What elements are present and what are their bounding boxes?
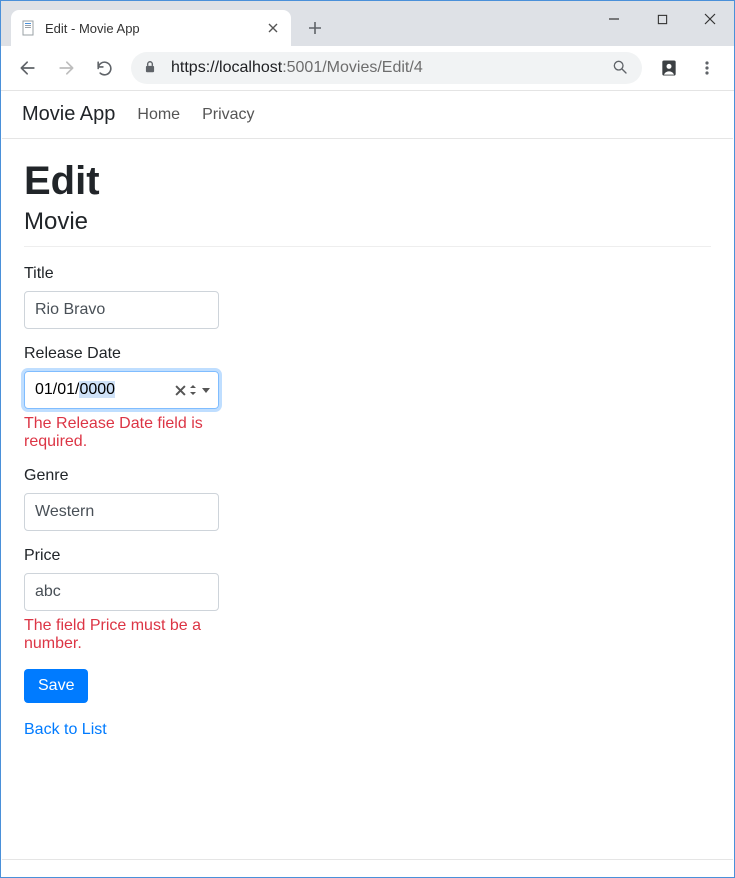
page-content: Edit Movie Title Release Date 01/01/0000	[2, 139, 733, 859]
url-path: :5001/Movies/Edit/4	[282, 59, 423, 76]
field-price: Price The field Price must be a number.	[24, 547, 284, 653]
nav-link-privacy[interactable]: Privacy	[202, 106, 254, 124]
date-spinner-icon[interactable]	[188, 383, 198, 397]
window-controls	[590, 1, 734, 37]
page-favicon-icon	[21, 20, 37, 36]
nav-link-home[interactable]: Home	[137, 106, 180, 124]
field-title: Title	[24, 265, 284, 329]
input-title[interactable]	[24, 291, 219, 329]
field-release-date: Release Date 01/01/0000 The Release Date…	[24, 345, 284, 451]
nav-forward-button[interactable]	[49, 51, 83, 85]
lock-icon	[143, 60, 159, 76]
error-price: The field Price must be a number.	[24, 617, 219, 653]
search-icon[interactable]	[612, 59, 630, 77]
date-picker-icon[interactable]	[200, 384, 212, 396]
back-to-list-link[interactable]: Back to List	[24, 721, 107, 739]
label-release-date: Release Date	[24, 345, 284, 363]
field-genre: Genre	[24, 467, 284, 531]
browser-titlebar: Edit - Movie App	[1, 1, 734, 46]
date-clear-icon[interactable]	[175, 385, 186, 396]
label-genre: Genre	[24, 467, 284, 485]
site-footer: © 2019 - Movie App - Privacy	[2, 859, 733, 876]
label-price: Price	[24, 547, 284, 565]
new-tab-button[interactable]	[301, 14, 329, 42]
error-release-date: The Release Date field is required.	[24, 415, 219, 451]
nav-back-button[interactable]	[11, 51, 45, 85]
browser-tab[interactable]: Edit - Movie App	[11, 10, 291, 46]
browser-tab-title: Edit - Movie App	[45, 21, 265, 36]
label-title: Title	[24, 265, 284, 283]
url-host: localhost	[219, 59, 282, 76]
nav-reload-button[interactable]	[87, 51, 121, 85]
input-price[interactable]	[24, 573, 219, 611]
brand-link[interactable]: Movie App	[22, 103, 115, 126]
page-subtitle: Movie	[24, 208, 711, 236]
date-text: 01/01/0000	[35, 381, 115, 399]
menu-button[interactable]	[690, 51, 724, 85]
input-genre[interactable]	[24, 493, 219, 531]
window-maximize-button[interactable]	[638, 1, 686, 37]
window-close-button[interactable]	[686, 1, 734, 37]
page-viewport[interactable]: Movie App Home Privacy Edit Movie Title …	[2, 91, 733, 876]
address-bar[interactable]: https://localhost:5001/Movies/Edit/4	[131, 52, 642, 84]
page-title: Edit	[24, 159, 711, 204]
close-tab-icon[interactable]	[265, 20, 281, 36]
url-scheme: https://	[171, 59, 219, 76]
input-release-date[interactable]: 01/01/0000	[24, 371, 219, 409]
window-minimize-button[interactable]	[590, 1, 638, 37]
browser-toolbar: https://localhost:5001/Movies/Edit/4	[1, 46, 734, 91]
site-navbar: Movie App Home Privacy	[2, 91, 733, 139]
profile-button[interactable]	[652, 51, 686, 85]
url-text: https://localhost:5001/Movies/Edit/4	[171, 59, 423, 77]
save-button[interactable]: Save	[24, 669, 88, 703]
divider	[24, 246, 711, 247]
